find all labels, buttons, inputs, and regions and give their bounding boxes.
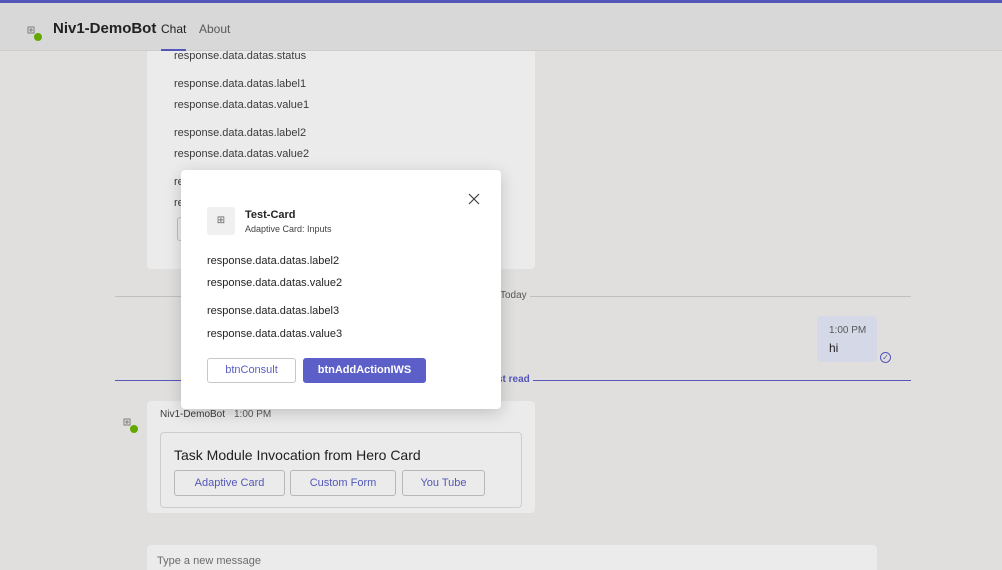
close-icon[interactable] — [467, 192, 481, 206]
dialog-title: Test-Card — [245, 209, 296, 221]
app-icon: ⊞ — [207, 207, 235, 235]
field-value: response.data.datas.value3 — [207, 328, 343, 340]
modal-overlay[interactable] — [0, 0, 1002, 570]
field-label: response.data.datas.label3 — [207, 305, 340, 317]
task-module-dialog: ⊞ Test-Card Adaptive Card: Inputs respon… — [181, 170, 501, 409]
consult-button[interactable]: btnConsult — [207, 358, 296, 383]
add-action-button[interactable]: btnAddActionIWS — [303, 358, 426, 383]
field-label: response.data.datas.label2 — [207, 255, 340, 267]
dialog-subtitle: Adaptive Card: Inputs — [245, 224, 332, 234]
field-value: response.data.datas.value2 — [207, 277, 343, 289]
